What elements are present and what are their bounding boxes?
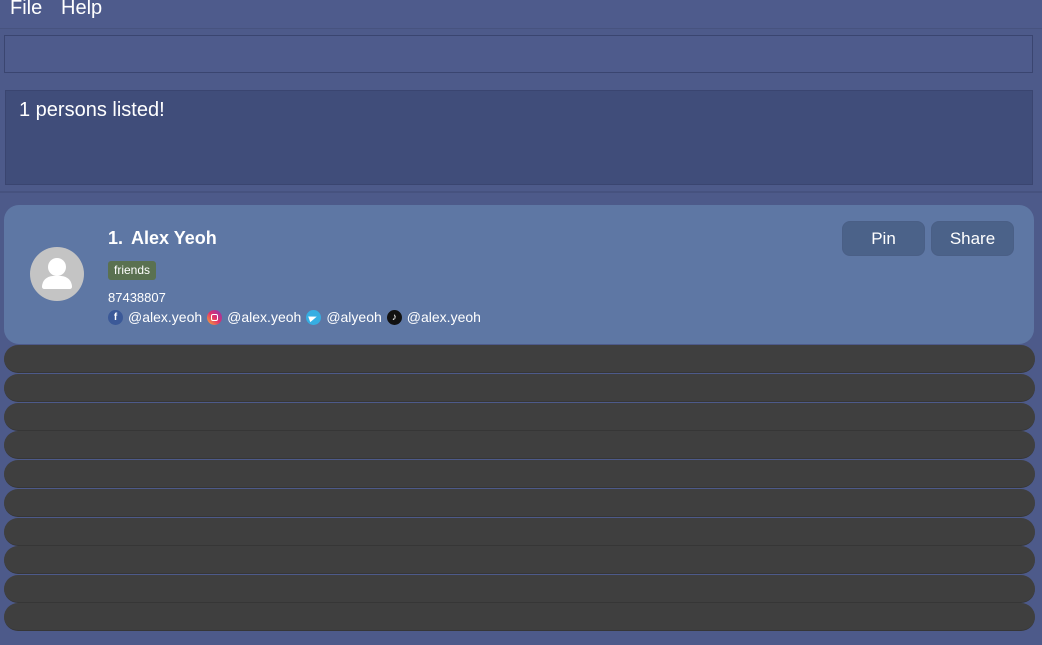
- menu-bar: File Help: [0, 0, 1042, 29]
- share-button[interactable]: Share: [931, 221, 1014, 256]
- menu-file[interactable]: File: [10, 0, 42, 20]
- empty-list-row: [4, 546, 1035, 574]
- person-index: 1.: [108, 228, 124, 248]
- tiktok-icon: ♪: [386, 309, 402, 325]
- telegram-handle: @alyeoh: [326, 309, 382, 325]
- empty-list-row: [4, 403, 1035, 431]
- instagram-handle: @alex.yeoh: [227, 309, 302, 325]
- person-card[interactable]: 1. Alex Yeoh friends 87438807 f @alex.yeo…: [4, 205, 1034, 344]
- divider: [0, 191, 1042, 193]
- social-handles: f @alex.yeoh @alex.yeoh @alyeoh ♪ @alex.…: [108, 309, 486, 325]
- empty-list-row: [4, 575, 1035, 603]
- person-phone: 87438807: [108, 290, 166, 305]
- command-input[interactable]: [4, 35, 1033, 73]
- person-name-row: 1. Alex Yeoh: [108, 228, 217, 249]
- tiktok-handle: @alex.yeoh: [406, 309, 481, 325]
- pin-button[interactable]: Pin: [842, 221, 925, 256]
- empty-list-row: [4, 460, 1035, 488]
- empty-list-row: [4, 374, 1035, 402]
- telegram-icon: [306, 309, 322, 325]
- instagram-icon: [207, 309, 223, 325]
- empty-list-row: [4, 489, 1035, 517]
- result-message: 1 persons listed!: [19, 99, 165, 121]
- facebook-icon: f: [108, 309, 123, 325]
- facebook-handle: @alex.yeoh: [128, 309, 203, 325]
- tag-badge: friends: [108, 261, 157, 280]
- person-name: Alex Yeoh: [131, 228, 217, 248]
- menu-help[interactable]: Help: [61, 0, 102, 20]
- avatar-icon: [30, 247, 84, 301]
- empty-list-row: [4, 345, 1035, 373]
- empty-list-row: [4, 603, 1035, 631]
- empty-list-row: [4, 431, 1035, 459]
- empty-list-row: [4, 518, 1035, 546]
- result-display: 1 persons listed!: [5, 90, 1033, 185]
